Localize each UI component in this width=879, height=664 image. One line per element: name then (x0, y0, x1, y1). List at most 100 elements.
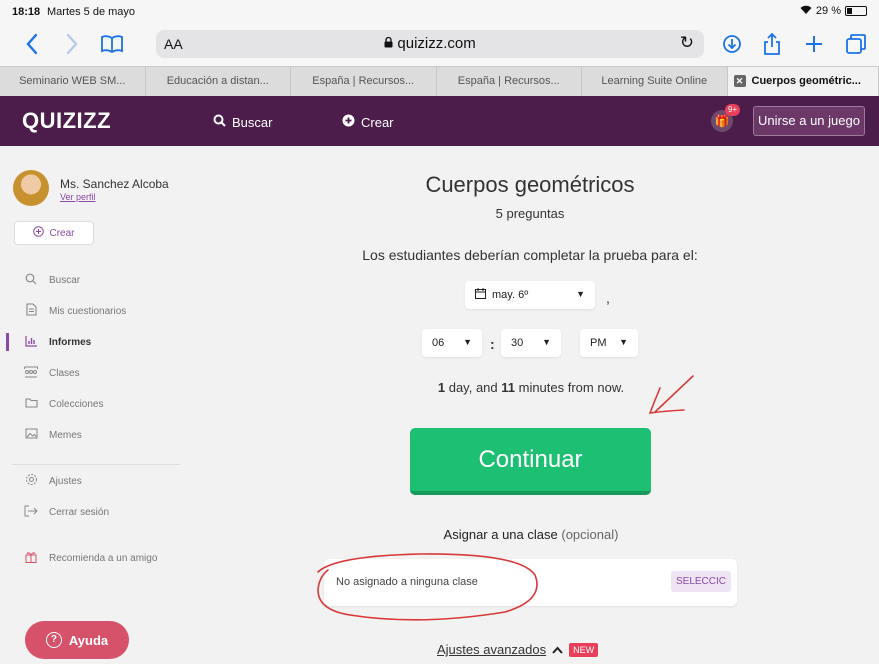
select-class-button[interactable]: SELECCIC (670, 571, 731, 592)
chevron-down-icon: ▼ (542, 337, 551, 347)
browser-tab[interactable]: España | Recursos... (437, 67, 582, 96)
address-bar[interactable]: AA quizizz.com ↻ (156, 30, 704, 58)
ampm-select[interactable]: PM ▼ (580, 329, 638, 357)
image-icon (24, 428, 38, 442)
class-placeholder: No asignado a ninguna clase (336, 576, 478, 588)
gift-badge: 9+ (725, 104, 741, 116)
header-create[interactable]: Crear (342, 114, 394, 130)
chevron-down-icon: ▼ (619, 337, 628, 347)
question-icon: ? (45, 632, 62, 648)
chevron-up-icon (552, 642, 563, 657)
logout-icon (24, 505, 38, 520)
bookmarks-icon[interactable] (98, 30, 126, 58)
sidebar-create-button[interactable]: Crear (14, 221, 94, 245)
new-tab-icon[interactable] (800, 30, 828, 58)
date-value: may. 6º (492, 289, 529, 301)
url-host: quizizz.com (397, 35, 476, 52)
back-icon[interactable] (18, 30, 46, 58)
close-tab-icon[interactable]: ✕ (733, 75, 746, 87)
deadline-prompt: Los estudiantes deberían completar la pr… (362, 247, 698, 263)
assign-label: Asignar a una clase (443, 527, 558, 542)
teacher-name: Ms. Sanchez Alcoba (60, 177, 169, 191)
reload-icon[interactable]: ↻ (680, 33, 694, 53)
quizizz-logo[interactable]: QUIZIZZ (22, 108, 111, 134)
sidebar-item-settings[interactable]: Ajustes (0, 470, 180, 492)
browser-tab[interactable]: Seminario WEB SM... (0, 67, 146, 96)
countdown-text: 1 day, and 11 minutes from now. (380, 380, 682, 395)
help-button[interactable]: ? Ayuda (25, 621, 129, 659)
browser-tab-active[interactable]: ✕ Cuerpos geométric... (727, 67, 879, 96)
advanced-settings-toggle[interactable]: Ajustes avanzados NEW (437, 642, 599, 657)
battery-percent: 29 % (815, 5, 841, 17)
time-separator: : (490, 336, 495, 352)
assign-optional: (opcional) (561, 527, 619, 542)
date-comma: , (606, 290, 610, 306)
sidebar-item-label: Informes (49, 336, 92, 348)
advanced-settings-label: Ajustes avanzados (437, 642, 547, 657)
assign-class-heading: Asignar a una clase (opcional) (380, 527, 682, 542)
browser-tab[interactable]: Educación a distan... (146, 67, 291, 96)
gift-icon (24, 551, 38, 566)
share-icon[interactable] (758, 30, 786, 58)
date-select[interactable]: may. 6º ▼ (465, 281, 595, 309)
calendar-icon (475, 288, 486, 302)
hour-select[interactable]: 06 ▼ (422, 329, 482, 357)
browser-toolbar: AA quizizz.com ↻ (0, 24, 879, 66)
continue-button[interactable]: Continuar (410, 428, 651, 495)
sidebar-item-classes[interactable]: Clases (0, 362, 180, 384)
sidebar-item-label: Recomienda a un amigo (49, 552, 158, 564)
new-badge: NEW (569, 642, 599, 657)
help-label: Ayuda (68, 632, 109, 648)
sidebar-item-label: Buscar (49, 274, 81, 286)
sidebar-item-label: Colecciones (49, 398, 104, 410)
ampm-value: PM (590, 337, 607, 349)
sidebar-item-logout[interactable]: Cerrar sesión (0, 501, 180, 523)
tabs-overview-icon[interactable] (842, 30, 870, 58)
sidebar-create-label: Crear (49, 227, 75, 239)
gear-icon (24, 473, 38, 489)
sidebar-item-memes[interactable]: Memes (0, 424, 180, 446)
header-create-label: Crear (361, 114, 394, 130)
app-header: QUIZIZZ Buscar Crear 🎁 9+ Unirse a un jue… (0, 96, 879, 146)
browser-tab[interactable]: Learning Suite Online (582, 67, 728, 96)
sidebar-item-label: Ajustes (49, 475, 82, 487)
plus-circle-icon (33, 226, 45, 240)
question-count: 5 preguntas (495, 206, 565, 221)
class-select[interactable]: No asignado a ninguna clase SELECCIC (324, 559, 737, 606)
sidebar-item-collections[interactable]: Colecciones (0, 393, 180, 415)
hour-value: 06 (432, 337, 445, 349)
document-icon (24, 303, 38, 319)
status-date: Martes 5 de mayo (47, 6, 136, 18)
bar-chart-icon (24, 335, 38, 350)
gift-icon[interactable]: 🎁 9+ (711, 104, 741, 132)
minute-select[interactable]: 30 ▼ (501, 329, 561, 357)
plus-circle-icon (342, 114, 355, 130)
countdown-minutes: 11 (501, 380, 515, 395)
status-indicators: 29 % (800, 5, 867, 17)
forward-icon[interactable] (58, 30, 86, 58)
quiz-title: Cuerpos geométricos (425, 172, 635, 197)
search-icon (24, 273, 38, 288)
header-search[interactable]: Buscar (213, 114, 272, 130)
browser-tab-label: Cuerpos geométric... (751, 75, 861, 87)
sidebar-item-reports[interactable]: Informes (0, 331, 180, 353)
tab-bar: Seminario WEB SM... Educación a distan..… (0, 66, 879, 96)
view-profile-link[interactable]: Ver perfil (60, 192, 96, 202)
users-icon (24, 366, 38, 381)
countdown-days-text: day, and (445, 380, 502, 395)
avatar[interactable] (13, 170, 49, 206)
folder-icon (24, 397, 38, 411)
sidebar-item-my-quizzes[interactable]: Mis cuestionarios (0, 300, 180, 322)
sidebar-item-label: Memes (49, 429, 82, 441)
sidebar-item-label: Cerrar sesión (49, 506, 110, 518)
sidebar-item-recommend[interactable]: Recomienda a un amigo (0, 547, 180, 569)
sidebar-item-label: Mis cuestionarios (49, 305, 127, 317)
sidebar-divider (12, 464, 180, 465)
battery-icon (845, 6, 867, 16)
browser-tab[interactable]: España | Recursos... (291, 67, 437, 96)
sidebar-item-search[interactable]: Buscar (0, 269, 180, 291)
join-game-button[interactable]: Unirse a un juego (753, 106, 865, 136)
downloads-icon[interactable] (718, 30, 746, 58)
wifi-icon (800, 5, 812, 17)
minute-value: 30 (511, 337, 524, 349)
